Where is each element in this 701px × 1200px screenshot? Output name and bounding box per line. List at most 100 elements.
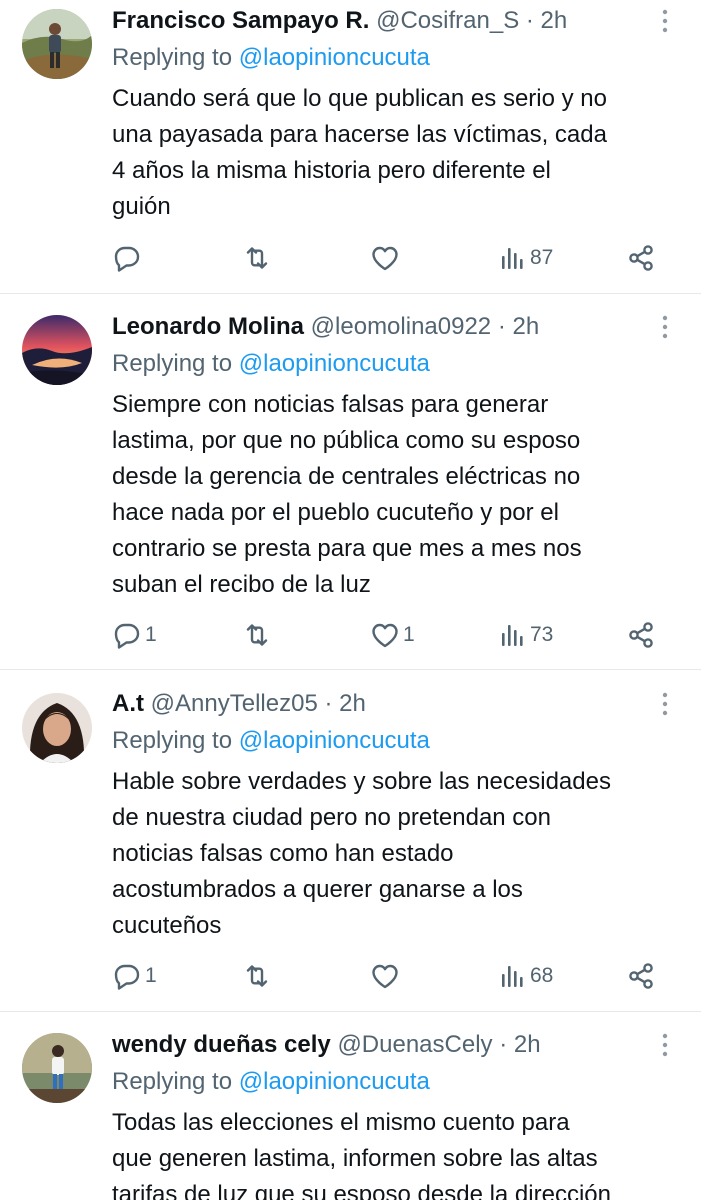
tweet-header: Leonardo Molina @leomolina0922 · 2h — [112, 312, 649, 342]
reply-button[interactable] — [112, 243, 145, 273]
more-options-icon[interactable] — [657, 689, 673, 719]
heart-icon — [372, 964, 398, 989]
tweet-text-line: que generen lastima, informen sobre las … — [112, 1145, 598, 1172]
avatar[interactable] — [22, 693, 92, 763]
display-name[interactable]: wendy dueñas cely — [112, 1031, 331, 1058]
display-name[interactable]: Francisco Sampayo R. — [112, 7, 369, 34]
tweet-text-line: acostumbrados a querer ganarse a los — [112, 876, 523, 903]
timestamp[interactable]: 2h — [514, 1031, 541, 1058]
display-name[interactable]: A.t — [112, 690, 144, 717]
replying-to: Replying to @laopinioncucuta — [112, 1067, 430, 1097]
tweet-text-line: cucuteños — [112, 912, 222, 939]
reply-button[interactable]: 1 — [112, 620, 157, 650]
replying-label: Replying to — [112, 1068, 233, 1095]
tweet-text-line: 4 años la misma historia pero diferente … — [112, 157, 551, 184]
like-button[interactable]: 1 — [370, 620, 415, 650]
retweet-button[interactable] — [242, 620, 275, 650]
tweet-header: Francisco Sampayo R. @Cosifran_S · 2h — [112, 6, 649, 36]
tweet[interactable]: Leonardo Molina @leomolina0922 · 2h Repl… — [0, 293, 701, 670]
tweet-text-line: Todas las elecciones el mismo cuento par… — [112, 1109, 570, 1136]
view-count: 68 — [530, 964, 554, 987]
tweet-text-line: lastima, por que no pública como su espo… — [112, 427, 581, 454]
tweet-text-line: tarifas de luz que su esposo desde la di… — [112, 1181, 611, 1200]
retweet-icon — [246, 247, 268, 269]
user-handle[interactable]: @leomolina0922 — [311, 313, 491, 340]
replying-label: Replying to — [112, 44, 233, 71]
replying-to-handle[interactable]: @laopinioncucuta — [239, 350, 430, 377]
replying-label: Replying to — [112, 350, 233, 377]
action-bar: 1 1 73 — [112, 620, 672, 650]
view-count: 73 — [530, 623, 554, 646]
reply-button[interactable]: 1 — [112, 961, 157, 991]
reply-icon — [114, 623, 140, 649]
replying-to: Replying to @laopinioncucuta — [112, 349, 430, 379]
share-icon — [629, 245, 653, 271]
tweet[interactable]: A.t @AnnyTellez05 · 2h Replying to @laop… — [0, 669, 701, 1012]
share-button[interactable] — [626, 243, 656, 273]
more-options-icon[interactable] — [657, 1030, 673, 1060]
views-button[interactable]: 87 — [497, 243, 553, 273]
replying-to: Replying to @laopinioncucuta — [112, 43, 430, 73]
tweet-text: Siempre con noticias falsas para generar… — [112, 387, 682, 603]
view-count: 87 — [530, 246, 554, 269]
views-button[interactable]: 68 — [497, 961, 553, 991]
action-bar: 87 — [112, 243, 672, 273]
share-button[interactable] — [626, 961, 656, 991]
replying-label: Replying to — [112, 727, 233, 754]
replying-to: Replying to @laopinioncucuta — [112, 726, 430, 756]
timestamp[interactable]: 2h — [541, 7, 568, 34]
like-count: 1 — [403, 623, 415, 646]
bar-chart-icon — [502, 625, 523, 646]
avatar[interactable] — [22, 315, 92, 385]
tweet-header: wendy dueñas cely @DuenasCely · 2h — [112, 1030, 649, 1060]
tweet-text: Todas las elecciones el mismo cuento par… — [112, 1105, 682, 1200]
tweet-text-line: una payasada para hacerse las víctimas, … — [112, 121, 607, 148]
like-button[interactable] — [370, 961, 403, 991]
reply-icon — [114, 246, 140, 272]
tweet-text-line: Cuando será que lo que publican es serio… — [112, 85, 607, 112]
retweet-button[interactable] — [242, 961, 275, 991]
retweet-icon — [246, 965, 268, 987]
share-button[interactable] — [626, 620, 656, 650]
share-icon — [629, 622, 653, 648]
tweet-text-line: desde la gerencia de centrales eléctrica… — [112, 463, 581, 490]
user-handle[interactable]: @Cosifran_S — [376, 7, 519, 34]
tweet-text-line: contrario se presta para que mes a mes n… — [112, 535, 582, 562]
action-bar: 1 68 — [112, 961, 672, 991]
tweet[interactable]: wendy dueñas cely @DuenasCely · 2h Reply… — [0, 1011, 701, 1200]
replying-to-handle[interactable]: @laopinioncucuta — [239, 44, 430, 71]
separator-dot: · — [525, 7, 534, 34]
tweet-text: Hable sobre verdades y sobre las necesid… — [112, 764, 682, 944]
heart-icon — [372, 246, 398, 271]
tweet-text: Cuando será que lo que publican es serio… — [112, 81, 682, 225]
tweet-text-line: noticias falsas como han estado — [112, 840, 454, 867]
user-handle[interactable]: @DuenasCely — [337, 1031, 492, 1058]
user-handle[interactable]: @AnnyTellez05 — [151, 690, 318, 717]
tweet-header: A.t @AnnyTellez05 · 2h — [112, 689, 649, 719]
tweet-text-line: hace nada por el pueblo cucuteño y por e… — [112, 499, 559, 526]
tweet[interactable]: Francisco Sampayo R. @Cosifran_S · 2h Re… — [0, 0, 701, 294]
timestamp[interactable]: 2h — [339, 690, 366, 717]
views-button[interactable]: 73 — [497, 620, 553, 650]
retweet-button[interactable] — [242, 243, 275, 273]
tweet-text-line: Siempre con noticias falsas para generar — [112, 391, 549, 418]
retweet-icon — [246, 624, 268, 646]
reply-icon — [114, 964, 140, 990]
tweet-text-line: Hable sobre verdades y sobre las necesid… — [112, 768, 611, 795]
replying-to-handle[interactable]: @laopinioncucuta — [239, 1068, 430, 1095]
reply-count: 1 — [145, 964, 157, 987]
more-options-icon[interactable] — [657, 6, 673, 36]
timestamp[interactable]: 2h — [513, 313, 540, 340]
tweet-text-line: de nuestra ciudad pero no pretendan con — [112, 804, 551, 831]
display-name[interactable]: Leonardo Molina — [112, 313, 304, 340]
separator-dot: · — [497, 313, 506, 340]
like-button[interactable] — [370, 243, 403, 273]
tweet-text-line: guión — [112, 193, 171, 220]
bar-chart-icon — [502, 248, 523, 269]
separator-dot: · — [499, 1031, 508, 1058]
replying-to-handle[interactable]: @laopinioncucuta — [239, 727, 430, 754]
more-options-icon[interactable] — [657, 312, 673, 342]
bar-chart-icon — [502, 966, 523, 987]
avatar[interactable] — [22, 1033, 92, 1103]
avatar[interactable] — [22, 9, 92, 79]
